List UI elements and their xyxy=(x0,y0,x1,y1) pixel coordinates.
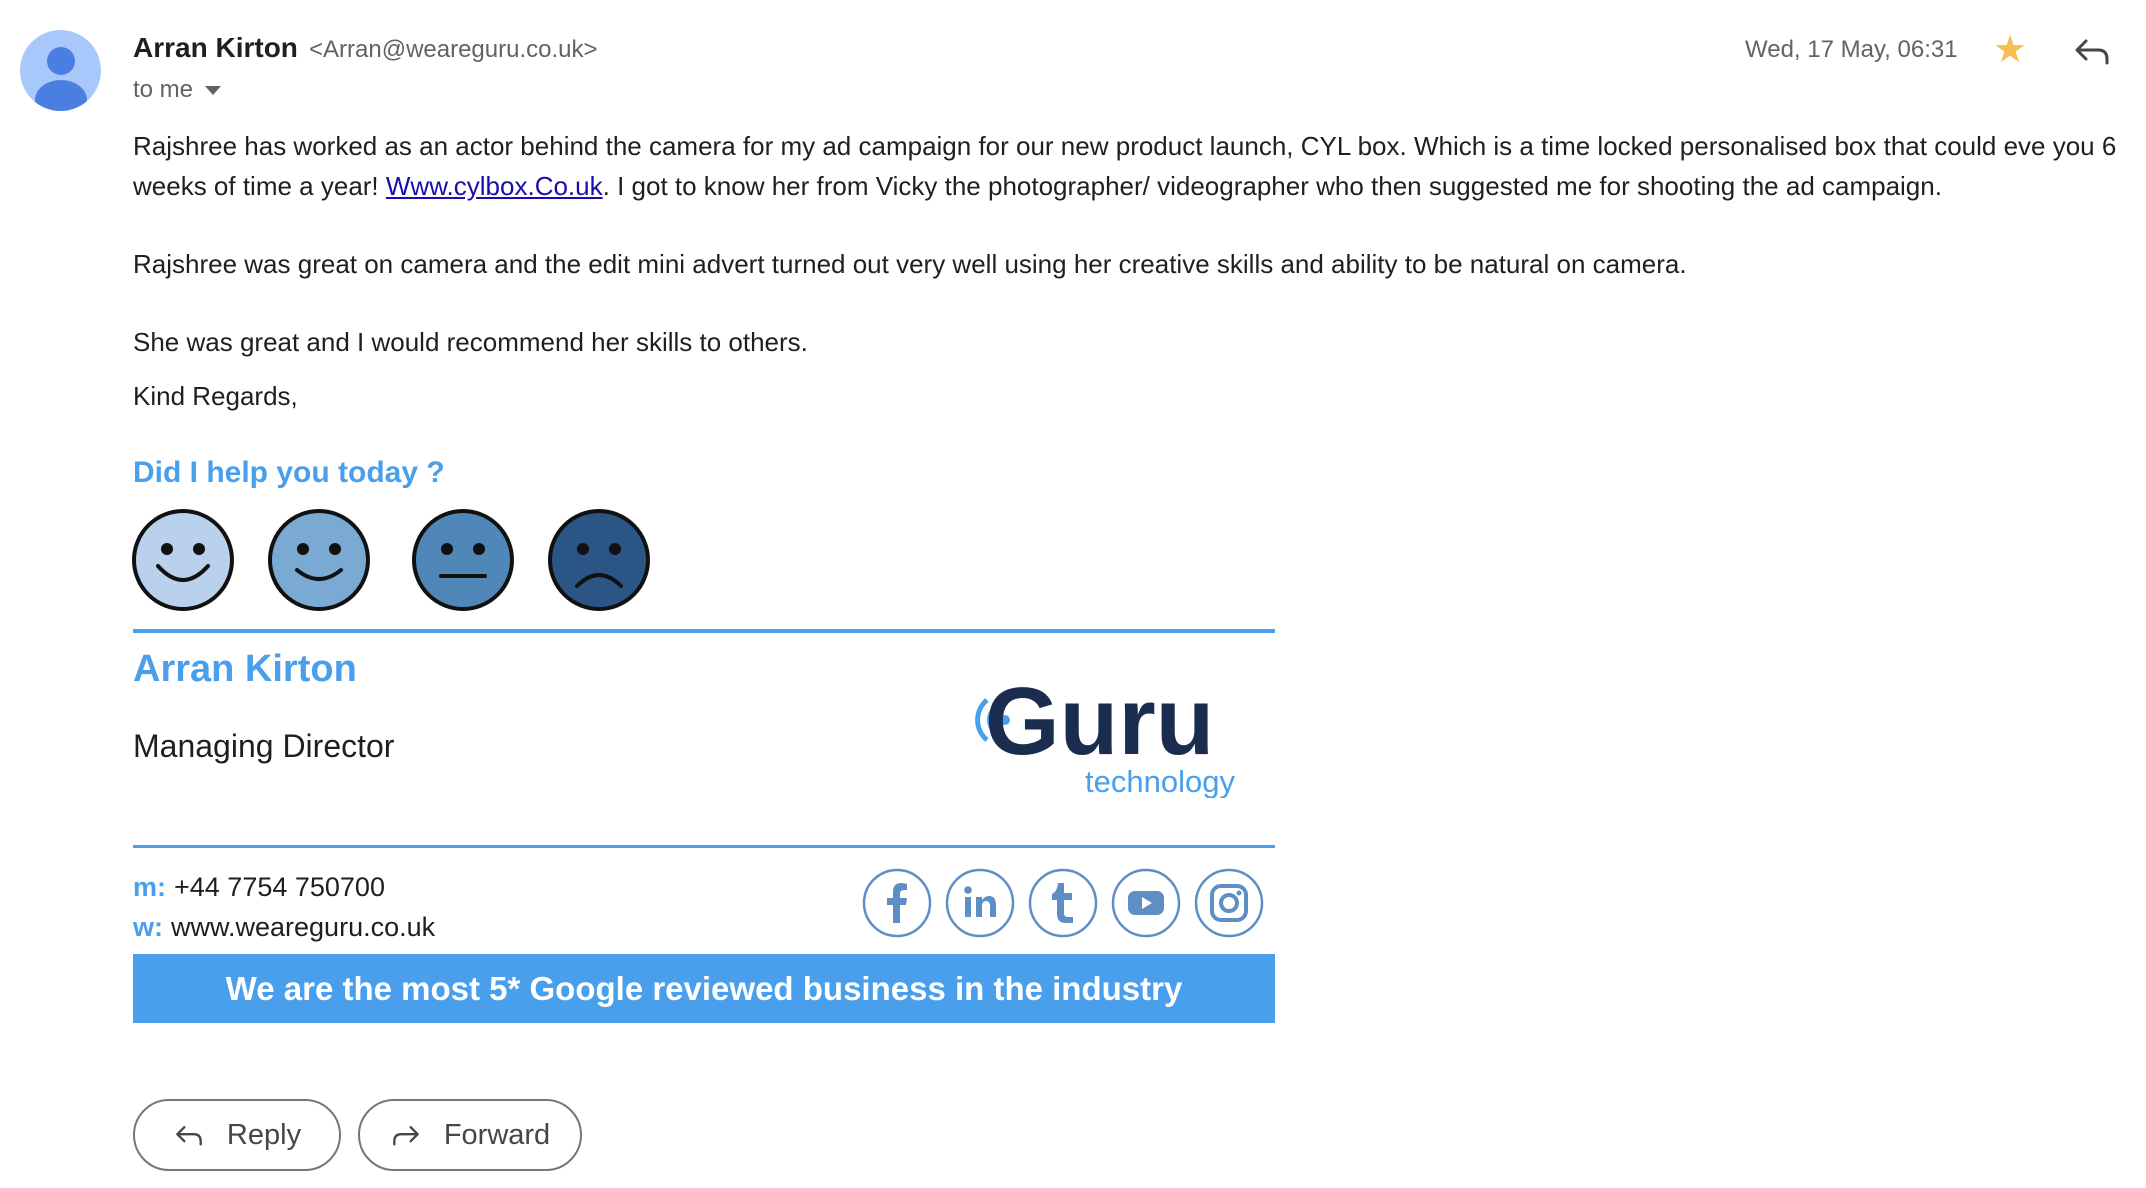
feedback-question: Did I help you today ? xyxy=(133,456,445,489)
guru-technology-logo[interactable]: Guru technology xyxy=(965,668,1240,798)
reply-button[interactable]: Reply xyxy=(133,1099,341,1171)
phone-line: m: +44 7754 750700 xyxy=(133,872,385,903)
logo-subtext: technology xyxy=(1085,764,1235,798)
phone-label: m: xyxy=(133,872,166,902)
sign-off: Kind Regards, xyxy=(133,381,298,411)
tumblr-icon[interactable] xyxy=(1028,868,1098,938)
chevron-down-icon xyxy=(205,86,222,96)
phone-number[interactable]: +44 7754 750700 xyxy=(174,872,385,902)
reply-label: Reply xyxy=(226,1118,302,1151)
reply-arrow-icon xyxy=(176,1126,202,1146)
forward-arrow-icon xyxy=(392,1126,419,1146)
signature-divider xyxy=(133,845,1275,848)
forward-label: Forward xyxy=(443,1118,551,1151)
website-line: w: www.weareguru.co.uk xyxy=(133,912,435,943)
star-icon[interactable]: ★ xyxy=(1990,30,2030,70)
neutral-face-icon[interactable] xyxy=(411,508,515,612)
body-paragraph: She was great and I would recommend her … xyxy=(133,327,808,357)
logo-wordmark: Guru xyxy=(985,668,1214,775)
very-happy-face-icon[interactable] xyxy=(131,508,235,612)
website-link[interactable]: www.weareguru.co.uk xyxy=(171,912,435,942)
facebook-icon[interactable] xyxy=(862,868,932,938)
happy-face-icon[interactable] xyxy=(267,508,371,612)
sender-email: <Arran@weareguru.co.uk> xyxy=(309,36,598,63)
instagram-icon[interactable] xyxy=(1194,868,1264,938)
linkedin-icon[interactable] xyxy=(945,868,1015,938)
signature-name: Arran Kirton xyxy=(133,648,357,690)
website-label: w: xyxy=(133,912,163,942)
sad-face-icon[interactable] xyxy=(547,508,651,612)
body-paragraph: Rajshree was great on camera and the edi… xyxy=(133,249,1687,279)
reply-arrow-icon[interactable] xyxy=(2072,33,2112,69)
avatar-head xyxy=(47,47,75,75)
recipients-label: to me xyxy=(133,76,194,103)
body-text: . I got to know her from Vicky the photo… xyxy=(602,171,1942,201)
signature-title: Managing Director xyxy=(133,728,395,764)
sender-name[interactable]: Arran Kirton xyxy=(133,32,298,64)
sender-avatar[interactable] xyxy=(20,30,101,111)
cylbox-link[interactable]: Www.cylbox.Co.uk xyxy=(386,171,603,201)
body-paragraph: Rajshree has worked as an actor behind t… xyxy=(133,126,2133,206)
youtube-icon[interactable] xyxy=(1111,868,1181,938)
forward-button[interactable]: Forward xyxy=(358,1099,582,1171)
recipients-toggle[interactable]: to me xyxy=(133,76,222,104)
reviews-banner[interactable]: We are the most 5* Google reviewed busin… xyxy=(133,954,1275,1023)
avatar-body xyxy=(35,80,87,111)
signature-divider xyxy=(133,629,1275,633)
message-date: Wed, 17 May, 06:31 xyxy=(1745,36,1958,63)
